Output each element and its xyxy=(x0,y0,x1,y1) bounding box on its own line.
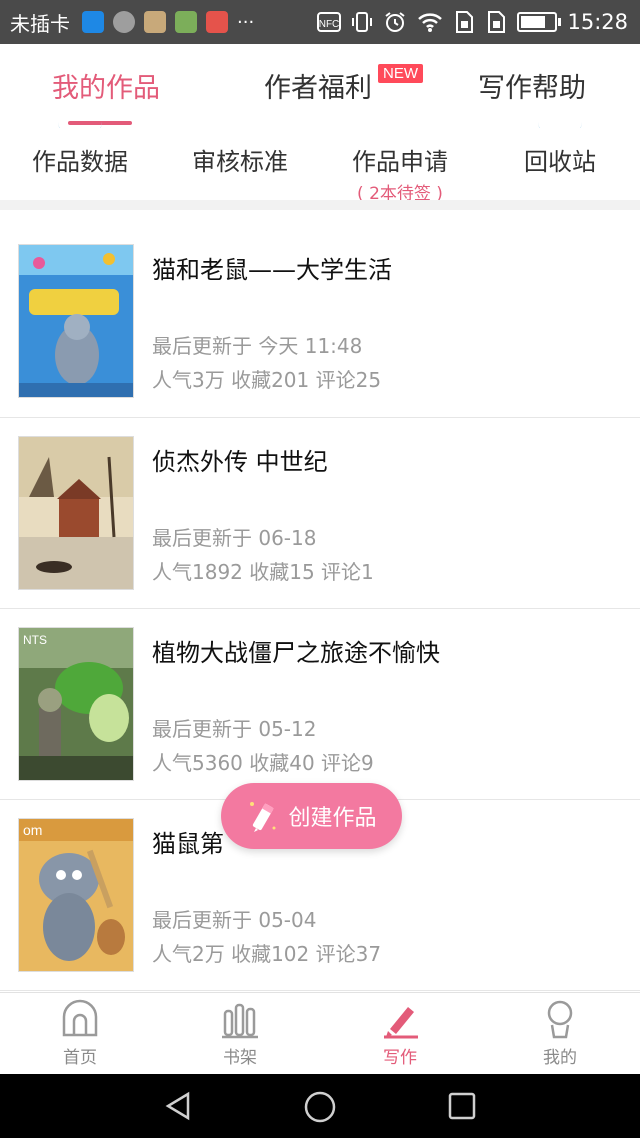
book-title: 猫鼠第 xyxy=(152,830,224,858)
nav-home-label: 首页 xyxy=(63,1048,97,1068)
svg-text:NFC: NFC xyxy=(319,19,340,30)
home-circle-icon[interactable] xyxy=(303,1090,337,1124)
tab-author-benefits[interactable]: 作者福利 xyxy=(264,66,372,105)
nav-bookshelf-label: 书架 xyxy=(223,1048,257,1068)
winter-village-painting-cover-image xyxy=(19,437,133,589)
review-standard-button[interactable]: 审核标准 xyxy=(160,142,320,177)
book-cover: om xyxy=(18,818,134,972)
tab-my-works[interactable]: 我的作品 xyxy=(52,66,160,105)
back-icon[interactable] xyxy=(162,1090,194,1122)
tab-writing-help[interactable]: 写作帮助 xyxy=(478,66,586,105)
book-list: 猫和老鼠——大学生活 最后更新于 今天 11:48 人气3万 收藏201 评论2… xyxy=(0,210,640,991)
book-stats: 人气5360 收藏40 评论9 xyxy=(152,751,374,775)
book-updated: 最后更新于 今天 11:48 xyxy=(152,334,363,358)
home-icon xyxy=(62,999,98,1037)
list-item[interactable]: NTS 植物大战僵尸之旅途不愉快 最后更新于 05-12 人气5360 收藏40… xyxy=(0,609,640,800)
create-work-label: 创建作品 xyxy=(288,806,377,831)
recycle-bin-button[interactable]: 回收站 xyxy=(480,142,640,177)
status-bar: 未插卡 ··· NFC 15:28 xyxy=(0,0,640,44)
battery-icon xyxy=(517,12,562,32)
alarm-icon xyxy=(385,12,406,32)
carrier-label: 未插卡 xyxy=(10,11,70,36)
book-cover xyxy=(18,244,134,398)
book-stats: 人气2万 收藏102 评论37 xyxy=(152,942,382,966)
nfc-icon: NFC xyxy=(317,12,342,32)
photo-app-icon xyxy=(175,11,197,33)
music-app-icon xyxy=(206,11,228,33)
review-standard-label: 审核标准 xyxy=(192,148,288,176)
book-title: 植物大战僵尸之旅途不愉快 xyxy=(152,639,440,667)
bookshelf-icon xyxy=(222,1003,258,1039)
tom-jerry-college-cover-image xyxy=(19,245,133,397)
book-updated: 最后更新于 05-04 xyxy=(152,908,317,932)
book-stats: 人气3万 收藏201 评论25 xyxy=(152,368,382,392)
nav-profile[interactable]: 我的 xyxy=(480,999,640,1068)
book-title: 侦杰外传 中世纪 xyxy=(152,448,328,476)
work-data-button[interactable]: 作品数据 xyxy=(0,142,160,177)
top-tabs: 我的作品 作者福利 NEW 写作帮助 xyxy=(0,44,640,129)
nav-write[interactable]: 写作 xyxy=(320,999,480,1068)
book-stats: 人气1892 收藏15 评论1 xyxy=(152,560,374,584)
profile-icon xyxy=(547,1000,573,1039)
list-item[interactable]: 猫和老鼠——大学生活 最后更新于 今天 11:48 人气3万 收藏201 评论2… xyxy=(0,210,640,418)
section-divider xyxy=(0,200,640,210)
nav-bookshelf[interactable]: 书架 xyxy=(160,999,320,1068)
nav-write-label: 写作 xyxy=(383,1048,417,1068)
wifi-icon xyxy=(418,13,443,32)
sim2-icon xyxy=(488,11,506,33)
book-title: 猫和老鼠——大学生活 xyxy=(152,256,392,284)
work-apply-label: 作品申请 xyxy=(352,148,448,176)
gallery-app-icon xyxy=(144,11,166,33)
new-badge: NEW xyxy=(378,64,423,83)
nav-profile-label: 我的 xyxy=(543,1048,577,1068)
bottom-nav: 首页 书架 写作 我的 xyxy=(0,992,640,1075)
recents-icon[interactable] xyxy=(446,1090,478,1122)
book-updated: 最后更新于 05-12 xyxy=(152,717,317,741)
work-apply-button[interactable]: 作品申请 ( 2本待签 ) xyxy=(320,142,480,204)
vibrate-icon xyxy=(352,12,373,32)
pencil-icon xyxy=(250,802,276,832)
create-work-button[interactable]: 创建作品 xyxy=(221,783,402,849)
sim-icon xyxy=(456,11,474,33)
list-item[interactable]: 侦杰外传 中世纪 最后更新于 06-18 人气1892 收藏15 评论1 xyxy=(0,418,640,609)
notification-icons: ··· xyxy=(82,11,254,33)
work-data-label: 作品数据 xyxy=(32,148,128,176)
system-nav-bar xyxy=(0,1074,640,1138)
svg-text:om: om xyxy=(23,822,42,838)
book-cover: NTS xyxy=(18,627,134,781)
clock: 15:28 xyxy=(567,10,628,34)
write-icon xyxy=(384,1007,418,1039)
nav-home[interactable]: 首页 xyxy=(0,999,160,1068)
plants-vs-zombies-cover-image: NTS xyxy=(19,628,133,780)
more-notifications: ··· xyxy=(237,11,255,33)
book-updated: 最后更新于 06-18 xyxy=(152,526,317,550)
video-app-icon xyxy=(82,11,104,33)
chat-app-icon xyxy=(113,11,135,33)
svg-text:NTS: NTS xyxy=(23,633,47,647)
book-cover xyxy=(18,436,134,590)
tom-jerry-cover-image: om xyxy=(19,819,133,971)
sub-menu: 作品数据 审核标准 作品申请 ( 2本待签 ) 回收站 xyxy=(0,128,640,204)
recycle-bin-label: 回收站 xyxy=(524,148,596,176)
